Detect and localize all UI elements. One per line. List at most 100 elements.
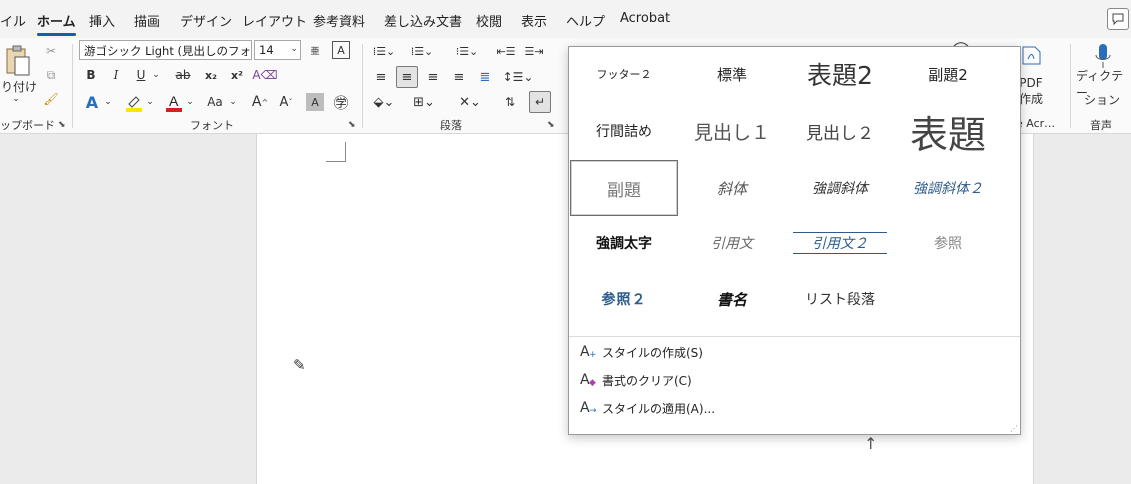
font-name-combobox[interactable]: 游ゴシック Light (見出しのフォン	[79, 40, 252, 60]
increase-indent-icon[interactable]: ☰⇥	[524, 42, 543, 60]
numbering-icon[interactable]: ⁞☰⌄	[410, 42, 434, 60]
font-size-value: 14	[259, 43, 274, 57]
character-shading-icon[interactable]: A	[306, 93, 324, 111]
decrease-indent-icon[interactable]: ⇤☰	[496, 42, 515, 60]
arrow-cursor-icon: ↑	[864, 434, 878, 453]
style-intense-reference2[interactable]: 参照２	[570, 271, 678, 327]
style-subtitle2[interactable]: 副題2	[894, 46, 1002, 102]
tab-insert[interactable]: 挿入	[89, 11, 115, 30]
borders-icon[interactable]: ⊞⌄	[412, 93, 436, 111]
align-center-icon[interactable]: ≡	[396, 66, 418, 88]
line-spacing-icon[interactable]: ↕☰⌄	[503, 68, 534, 86]
tab-mailings[interactable]: 差し込み文書	[384, 11, 462, 30]
style-normal[interactable]: 標準	[678, 46, 786, 102]
change-case-button[interactable]: Aa	[204, 92, 226, 112]
align-left-icon[interactable]: ≡	[372, 68, 390, 86]
acrobat-group-label: e Acr…	[1016, 117, 1056, 130]
underline-button[interactable]: U	[133, 66, 149, 84]
clear-formatting-menu-item[interactable]: A ◆ 書式のクリア(C)	[580, 369, 692, 391]
tab-review[interactable]: 校閲	[476, 11, 502, 30]
tab-home[interactable]: ホーム	[37, 11, 76, 36]
tab-acrobat[interactable]: Acrobat	[620, 11, 670, 26]
text-effects-icon[interactable]: A	[82, 92, 102, 112]
gallery-divider	[569, 336, 1020, 337]
format-painter-icon[interactable]: 🖌	[42, 90, 60, 108]
shading-icon[interactable]: ⬙⌄	[372, 93, 396, 111]
align-right-icon[interactable]: ≡	[424, 68, 442, 86]
dictate-label-line1[interactable]: ディクテー	[1076, 69, 1128, 100]
group-divider	[362, 44, 363, 128]
style-strong[interactable]: 強調太字	[570, 215, 678, 271]
style-heading2[interactable]: 見出し２	[786, 103, 894, 159]
paragraph-launcher-icon[interactable]: ⬊	[547, 120, 555, 130]
style-title2[interactable]: 表題2	[786, 46, 894, 102]
style-intense-emphasis2[interactable]: 強調斜体２	[894, 160, 1002, 216]
pdf-create-icon[interactable]	[1018, 44, 1046, 66]
character-border-icon[interactable]: A	[332, 41, 350, 59]
font-color-icon[interactable]: A	[164, 92, 184, 112]
font-name-value: 游ゴシック Light (見出しのフォン	[84, 44, 252, 58]
font-launcher-icon[interactable]: ⬊	[348, 120, 356, 130]
tab-design[interactable]: デザイン	[180, 11, 232, 30]
style-subtitle[interactable]: 副題	[570, 160, 678, 216]
highlight-dropdown-icon[interactable]: ⌄	[145, 94, 155, 110]
create-style-menu-item[interactable]: A + スタイルの作成(S)	[580, 341, 703, 363]
sort-icon[interactable]: ⇅	[500, 93, 520, 111]
bold-button[interactable]: B	[83, 66, 99, 84]
style-intense-quote2[interactable]: 引用文２	[786, 215, 894, 271]
enclose-characters-icon[interactable]: ㊫	[331, 93, 351, 112]
tab-references[interactable]: 参考資料	[313, 11, 365, 30]
show-hide-marks-icon[interactable]: ↵	[529, 91, 551, 113]
style-emphasis[interactable]: 斜体	[678, 160, 786, 216]
clipboard-launcher-icon[interactable]: ⬊	[58, 120, 66, 130]
asian-layout-icon[interactable]: ✕⌄	[456, 93, 484, 111]
shrink-font-icon[interactable]: Aˇ	[276, 92, 296, 112]
style-footer2[interactable]: フッター２	[570, 46, 678, 102]
clipboard-group-label: ップボード	[0, 119, 55, 132]
bullets-icon[interactable]: ⁞☰⌄	[372, 42, 396, 60]
paste-button[interactable]: り付け	[0, 78, 38, 94]
style-no-spacing[interactable]: 行間詰め	[570, 103, 678, 159]
font-color-dropdown-icon[interactable]: ⌄	[185, 94, 195, 110]
distributed-icon[interactable]: ≣	[476, 68, 494, 86]
style-heading1[interactable]: 見出し１	[678, 103, 786, 159]
tab-view[interactable]: 表示	[521, 11, 547, 30]
style-intense-emphasis[interactable]: 強調斜体	[786, 160, 894, 216]
tab-layout[interactable]: レイアウト	[242, 11, 307, 30]
group-divider	[72, 44, 73, 128]
justify-icon[interactable]: ≡	[450, 68, 468, 86]
create-style-label: スタイルの作成(S)	[602, 345, 703, 360]
tab-draw[interactable]: 描画	[134, 11, 160, 30]
superscript-button[interactable]: x²	[228, 66, 246, 84]
resize-grip-icon[interactable]: ⋰	[1010, 424, 1018, 433]
tab-help[interactable]: ヘルプ	[566, 11, 605, 30]
subscript-button[interactable]: x₂	[202, 66, 220, 84]
highlight-color-icon[interactable]	[124, 92, 144, 112]
paste-dropdown-icon[interactable]: ⌄	[10, 94, 22, 104]
style-quote[interactable]: 引用文	[678, 215, 786, 271]
apply-styles-menu-item[interactable]: A → スタイルの適用(A)...	[580, 397, 715, 419]
style-subtle-reference[interactable]: 参照	[894, 215, 1002, 271]
cut-icon[interactable]: ✂	[42, 42, 60, 60]
style-title[interactable]: 表題	[894, 103, 1002, 159]
underline-dropdown-icon[interactable]: ⌄	[151, 66, 161, 84]
change-case-dropdown-icon[interactable]: ⌄	[228, 94, 238, 110]
margin-corner-mark	[326, 142, 346, 162]
copy-icon[interactable]: ⧉	[42, 66, 60, 84]
strikethrough-button[interactable]: ab	[172, 66, 194, 84]
grow-font-icon[interactable]: A ^	[250, 92, 270, 112]
apply-styles-label: スタイルの適用(A)...	[602, 401, 716, 416]
multilevel-list-icon[interactable]: ⁝☰⌄	[452, 42, 482, 60]
comments-button[interactable]	[1107, 8, 1129, 30]
tab-file[interactable]: イル	[0, 11, 26, 30]
italic-button[interactable]: I	[108, 66, 124, 84]
style-book-title[interactable]: 書名	[678, 271, 786, 327]
paragraph-group-label: 段落	[440, 119, 462, 132]
dictate-label-line2[interactable]: ション	[1076, 92, 1128, 107]
phonetic-guide-icon[interactable]: 亜	[306, 40, 324, 60]
text-effects-dropdown-icon[interactable]: ⌄	[103, 94, 113, 110]
font-size-combobox[interactable]: 14 ⌄	[254, 40, 301, 60]
style-list-paragraph[interactable]: リスト段落	[786, 271, 894, 327]
clear-all-formatting-icon[interactable]: A⌫	[252, 66, 277, 84]
paste-icon[interactable]	[2, 44, 32, 78]
